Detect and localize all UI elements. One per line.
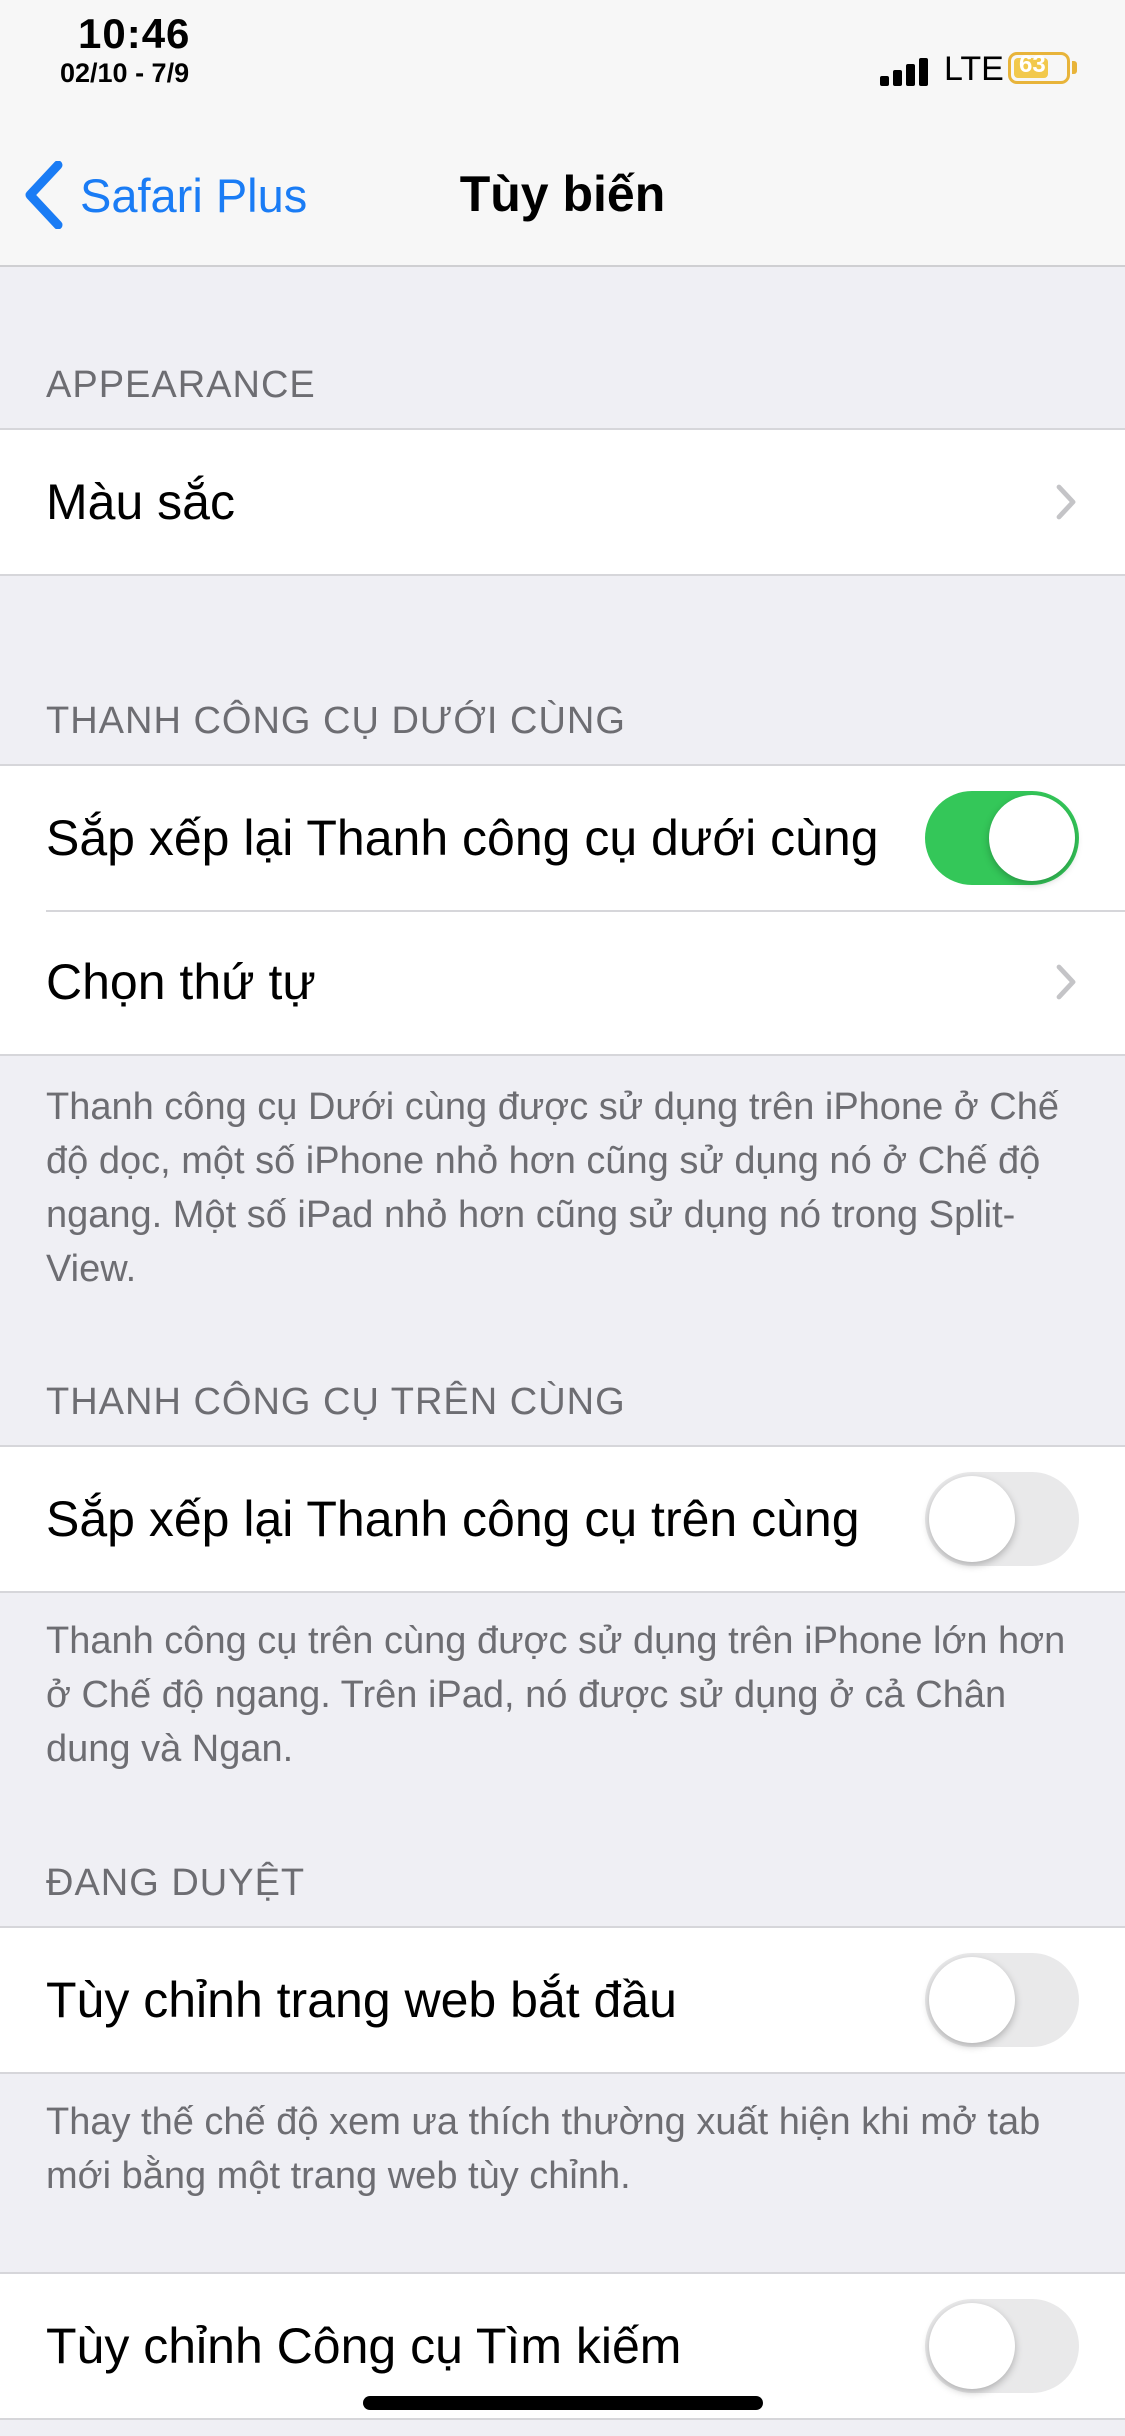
row-label: Tùy chỉnh trang web bắt đầu (46, 1972, 677, 2028)
battery-tip (1072, 61, 1077, 74)
row-label: Chọn thứ tự (46, 954, 316, 1010)
network-type: LTE (944, 50, 1004, 88)
row-label: Màu sắc (46, 474, 235, 530)
row-label: Tùy chỉnh Công cụ Tìm kiếm (46, 2318, 682, 2374)
row-label: Sắp xếp lại Thanh công cụ trên cùng (46, 1491, 860, 1547)
toggle-rearrange-top-toolbar[interactable] (925, 1472, 1079, 1566)
chevron-right-icon (1056, 484, 1076, 520)
top-toolbar-group: Sắp xếp lại Thanh công cụ trên cùng (0, 1445, 1125, 1593)
toggle-custom-start-page[interactable] (925, 1953, 1079, 2047)
page-title: Tùy biến (459, 166, 666, 222)
row-rearrange-bottom-toolbar: Sắp xếp lại Thanh công cụ dưới cùng (0, 766, 1125, 910)
section-header-browsing: ĐANG DUYỆT (46, 1862, 306, 1904)
bottom-toolbar-group: Sắp xếp lại Thanh công cụ dưới cùng Chọn… (0, 764, 1125, 1056)
row-choose-order[interactable]: Chọn thứ tự (0, 910, 1125, 1054)
signal-icon (880, 56, 932, 86)
battery-icon: 63 (1008, 51, 1070, 84)
section-footer-bottom-toolbar: Thanh công cụ Dưới cùng được sử dụng trê… (46, 1086, 1059, 1290)
battery-percent: 63 (1019, 51, 1046, 78)
home-indicator[interactable] (363, 2396, 763, 2410)
row-label: Sắp xếp lại Thanh công cụ dưới cùng (46, 810, 879, 866)
status-date: 02/10 - 7/9 (60, 58, 190, 88)
appearance-group: Màu sắc (0, 428, 1125, 576)
toggle-custom-search-engine[interactable] (925, 2299, 1079, 2393)
toggle-rearrange-bottom-toolbar[interactable] (925, 791, 1079, 885)
section-header-top-toolbar: THANH CÔNG CỤ TRÊN CÙNG (46, 1381, 626, 1423)
section-header-appearance: APPEARANCE (46, 364, 316, 406)
status-and-nav-bar: 10:46 02/10 - 7/9 LTE 63 Safari Plus Tùy… (0, 0, 1125, 267)
row-rearrange-top-toolbar: Sắp xếp lại Thanh công cụ trên cùng (0, 1447, 1125, 1591)
row-custom-start-page: Tùy chỉnh trang web bắt đầu (0, 1928, 1125, 2072)
status-time: 10:46 (78, 10, 191, 57)
section-footer-browsing: Thay thế chế độ xem ưa thích thường xuất… (46, 2101, 1041, 2197)
section-footer-top-toolbar: Thanh công cụ trên cùng được sử dụng trê… (46, 1620, 1066, 1770)
section-header-bottom-toolbar: THANH CÔNG CỤ DƯỚI CÙNG (46, 700, 626, 742)
row-colors[interactable]: Màu sắc (0, 430, 1125, 574)
browsing-group: Tùy chỉnh trang web bắt đầu (0, 1926, 1125, 2074)
chevron-right-icon (1056, 964, 1076, 1000)
